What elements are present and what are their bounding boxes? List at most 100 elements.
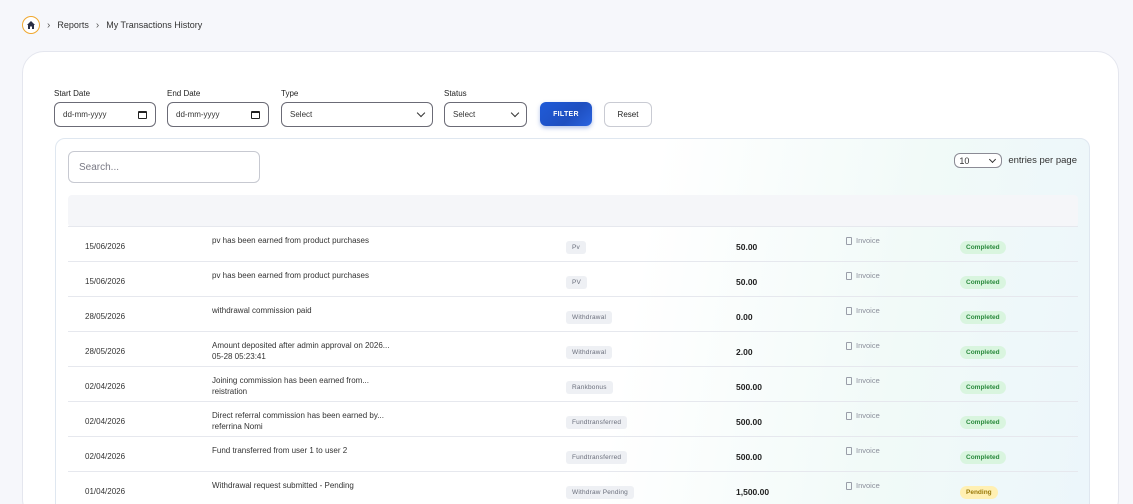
invoice-label: Invoice	[856, 446, 880, 455]
row-amount: 50.00	[736, 277, 758, 287]
row-description: Withdrawal request submitted - Pending	[212, 481, 354, 490]
home-icon[interactable]	[22, 16, 40, 34]
invoice-link[interactable]: Invoice	[846, 411, 880, 420]
transactions-table: Search... 10 entries per page 15/06/2026…	[55, 138, 1090, 504]
invoice-label: Invoice	[856, 271, 880, 280]
type-select[interactable]: Select	[281, 102, 433, 127]
row-type-badge: Rankbonus	[566, 381, 613, 394]
reset-button[interactable]: Reset	[604, 102, 652, 127]
row-date: 02/04/2026	[85, 452, 126, 461]
row-description: Joining commission has been earned from.…	[212, 376, 369, 396]
row-amount: 2.00	[736, 347, 753, 357]
start-date-placeholder: dd-mm-yyyy	[63, 110, 107, 119]
status-badge: Completed	[960, 416, 1006, 429]
row-amount: 500.00	[736, 452, 762, 462]
table-row: 28/05/2026 withdrawal commission paid With…	[68, 296, 1078, 331]
document-icon	[846, 341, 852, 350]
invoice-label: Invoice	[856, 306, 880, 315]
breadcrumb: › Reports › My Transactions History	[22, 16, 202, 34]
entries-per-page: 10 entries per page	[954, 153, 1077, 168]
invoice-label: Invoice	[856, 411, 880, 420]
row-type-badge: Fundtransferred	[566, 416, 628, 429]
row-description: Direct referral commission has been earn…	[212, 411, 384, 431]
row-type-badge: Withdrawal	[566, 346, 613, 359]
row-amount: 500.00	[736, 382, 762, 392]
row-date: 28/05/2026	[85, 347, 126, 356]
row-amount: 0.00	[736, 312, 753, 322]
table-header	[68, 195, 1078, 227]
invoice-link[interactable]: Invoice	[846, 481, 880, 490]
entries-select[interactable]: 10	[954, 153, 1003, 168]
status-label: Status	[444, 89, 467, 98]
document-icon	[846, 481, 852, 490]
start-date-group: Start Date dd-mm-yyyy	[54, 89, 156, 127]
breadcrumb-current: My Transactions History	[106, 20, 203, 30]
row-type-badge: Withdrawal	[566, 311, 613, 324]
document-icon	[846, 271, 852, 280]
chevron-down-icon	[989, 155, 997, 163]
row-description: pv has been earned from product purchase…	[212, 236, 369, 245]
end-date-group: End Date dd-mm-yyyy	[167, 89, 269, 127]
row-date: 02/04/2026	[85, 417, 126, 426]
status-select-value: Select	[453, 110, 476, 119]
row-description: withdrawal commission paid	[212, 306, 312, 315]
start-date-label: Start Date	[54, 89, 91, 98]
document-icon	[846, 306, 852, 315]
row-description: Fund transferred from user 1 to user 2	[212, 446, 348, 455]
end-date-input[interactable]: dd-mm-yyyy	[167, 102, 269, 127]
row-description: pv has been earned from product purchase…	[212, 271, 369, 280]
table-body: 15/06/2026 pv has been earned from produc…	[68, 226, 1078, 504]
row-type-badge: Withdraw Pending	[566, 486, 634, 499]
row-date: 15/06/2026	[85, 277, 126, 286]
status-badge: Completed	[960, 311, 1006, 324]
row-date: 28/05/2026	[85, 312, 126, 321]
invoice-label: Invoice	[856, 481, 880, 490]
document-icon	[846, 376, 852, 385]
type-label: Type	[281, 89, 299, 98]
invoice-link[interactable]: Invoice	[846, 236, 880, 245]
invoice-link[interactable]: Invoice	[846, 376, 880, 385]
status-badge: Completed	[960, 276, 1006, 289]
chevron-right-icon: ›	[47, 19, 51, 31]
row-type-badge: PV	[566, 276, 588, 289]
invoice-link[interactable]: Invoice	[846, 306, 880, 315]
row-description: Amount deposited after admin approval on…	[212, 341, 390, 361]
filter-button[interactable]: FILTER	[540, 102, 592, 126]
document-icon	[846, 411, 852, 420]
table-row: 15/06/2026 pv has been earned from produc…	[68, 261, 1078, 296]
row-amount: 500.00	[736, 417, 762, 427]
entries-value: 10	[959, 155, 970, 166]
invoice-link[interactable]: Invoice	[846, 446, 880, 455]
invoice-link[interactable]: Invoice	[846, 341, 880, 350]
status-badge: Completed	[960, 346, 1006, 359]
row-date: 15/06/2026	[85, 242, 126, 251]
invoice-link[interactable]: Invoice	[846, 271, 880, 280]
search-placeholder: Search...	[79, 161, 120, 173]
invoice-label: Invoice	[856, 341, 880, 350]
status-badge: Completed	[960, 381, 1006, 394]
invoice-label: Invoice	[856, 236, 880, 245]
calendar-icon[interactable]	[251, 110, 260, 119]
status-select[interactable]: Select	[444, 102, 527, 127]
row-date: 02/04/2026	[85, 382, 126, 391]
invoice-label: Invoice	[856, 376, 880, 385]
chevron-down-icon	[510, 108, 520, 117]
status-badge: Pending	[960, 486, 998, 499]
search-input[interactable]: Search...	[68, 151, 260, 183]
table-row: 28/05/2026 Amount deposited after admin a…	[68, 331, 1078, 366]
table-row: 01/04/2026 Withdrawal request submitted -…	[68, 471, 1078, 504]
status-badge: Completed	[960, 451, 1006, 464]
row-amount: 50.00	[736, 242, 758, 252]
document-icon	[846, 446, 852, 455]
document-icon	[846, 236, 852, 245]
breadcrumb-reports[interactable]: Reports	[57, 20, 89, 30]
table-row: 02/04/2026 Joining commission has been ea…	[68, 366, 1078, 401]
table-row: 02/04/2026 Fund transferred from user 1 t…	[68, 436, 1078, 471]
end-date-placeholder: dd-mm-yyyy	[176, 110, 220, 119]
row-date: 01/04/2026	[85, 487, 126, 496]
calendar-icon[interactable]	[138, 110, 147, 119]
chevron-right-icon: ›	[95, 19, 100, 31]
row-type-badge: Fundtransferred	[566, 451, 628, 464]
entries-label: entries per page	[1008, 155, 1077, 166]
start-date-input[interactable]: dd-mm-yyyy	[54, 102, 156, 127]
